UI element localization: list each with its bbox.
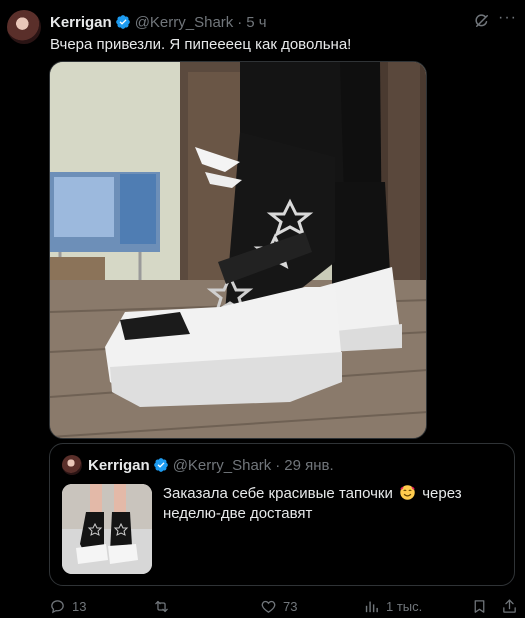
grok-icon[interactable]	[473, 12, 491, 30]
quote-text: Заказала себе красивые тапочки через нед…	[163, 484, 508, 524]
like-button[interactable]: 73	[260, 596, 297, 616]
verified-badge-icon	[115, 15, 130, 29]
separator-dot: ·	[275, 456, 281, 474]
quote-boots-image	[62, 484, 152, 574]
action-bar: 13 73 1 тыс.	[49, 596, 519, 616]
timestamp[interactable]: 5 ч	[246, 14, 266, 31]
quote-avatar[interactable]	[62, 455, 82, 475]
author-handle[interactable]: @Kerry_Shark	[135, 14, 234, 31]
bookmark-icon	[474, 599, 485, 613]
quote-author-name[interactable]: Kerrigan	[88, 457, 150, 474]
tweet-photo[interactable]	[49, 61, 427, 439]
bookmark-button[interactable]	[471, 596, 488, 616]
verified-badge-icon	[153, 458, 168, 472]
views-count: 1 тыс.	[386, 598, 423, 614]
smiling-face-with-hearts-emoji	[400, 485, 415, 500]
reply-count: 13	[72, 598, 87, 614]
quote-text-part1: Заказала себе красивые тапочки	[163, 485, 393, 502]
separator-dot: ·	[237, 13, 243, 31]
quote-date[interactable]: 29 янв.	[284, 457, 333, 474]
quoted-tweet[interactable]: Kerrigan @Kerry_Shark · 29 янв. Заказала…	[49, 443, 515, 586]
tweet-card[interactable]: Kerrigan @Kerry_Shark · 5 ч ··· Вчера пр…	[0, 0, 525, 618]
quote-header: Kerrigan @Kerry_Shark · 29 янв.	[88, 455, 334, 475]
tweet-text: Вчера привезли. Я пипеееец как довольна!	[50, 36, 352, 53]
avatar[interactable]	[7, 10, 41, 44]
retweet-button[interactable]	[153, 596, 176, 616]
author-name[interactable]: Kerrigan	[50, 14, 112, 31]
views-button[interactable]: 1 тыс.	[363, 596, 422, 616]
reply-icon	[51, 599, 64, 613]
boots-photo	[50, 62, 426, 438]
retweet-icon	[155, 600, 168, 612]
quote-thumbnail[interactable]	[62, 484, 152, 574]
like-icon	[261, 600, 276, 613]
like-count: 73	[283, 598, 298, 614]
quote-author-handle[interactable]: @Kerry_Shark	[173, 457, 272, 474]
more-icon[interactable]: ···	[498, 10, 518, 31]
share-button[interactable]	[501, 596, 518, 616]
tweet-header: Kerrigan @Kerry_Shark · 5 ч	[50, 12, 267, 32]
share-icon	[503, 598, 516, 613]
views-icon	[365, 601, 378, 612]
reply-button[interactable]: 13	[49, 596, 86, 616]
